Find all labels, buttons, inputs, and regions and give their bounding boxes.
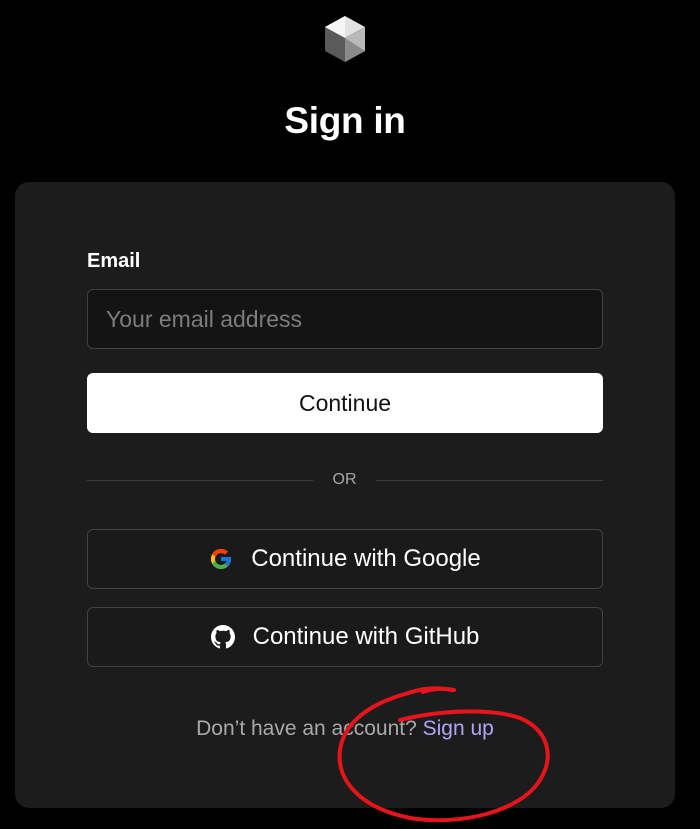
- google-button-label: Continue with Google: [251, 545, 481, 572]
- email-input[interactable]: [87, 289, 603, 349]
- divider-line-left: [87, 480, 313, 481]
- signup-prompt-text: Don’t have an account?: [196, 717, 417, 740]
- page-title: Sign in: [284, 100, 406, 141]
- sign-in-card: [15, 182, 675, 808]
- github-button-label: Continue with GitHub: [252, 623, 480, 650]
- sign-in-page: Sign in Email Continue OR Continue with …: [0, 0, 700, 829]
- continue-with-google-button[interactable]: Continue with Google: [87, 529, 603, 589]
- sign-up-link[interactable]: Sign up: [423, 717, 494, 740]
- cube-logo-icon: [321, 14, 369, 66]
- divider-line-right: [376, 480, 603, 481]
- email-label: Email: [87, 250, 141, 272]
- github-icon: [210, 625, 235, 649]
- continue-with-github-button[interactable]: Continue with GitHub: [87, 607, 603, 667]
- google-icon: [209, 547, 233, 571]
- divider-label: OR: [332, 471, 357, 488]
- signup-prompt-row: Don’t have an account? Sign up: [0, 717, 690, 741]
- continue-button[interactable]: Continue: [87, 373, 603, 433]
